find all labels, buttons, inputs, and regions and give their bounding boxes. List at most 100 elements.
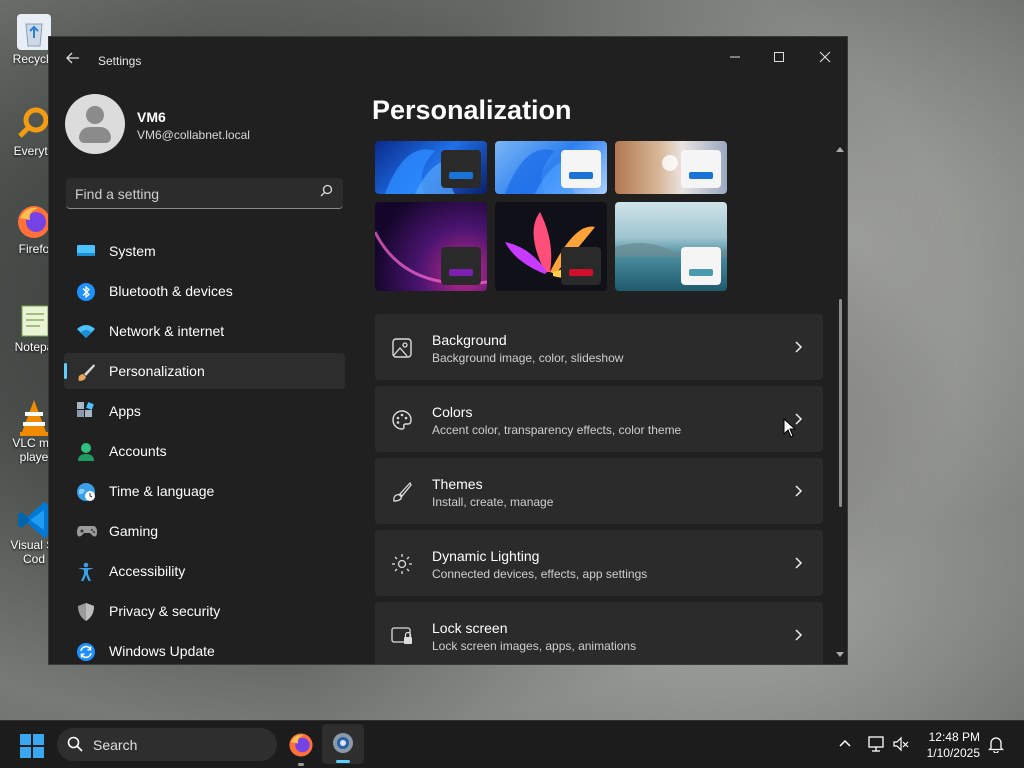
minimize-icon <box>730 56 740 58</box>
theme-glow[interactable] <box>375 202 487 291</box>
card-title: Lock screen <box>432 620 508 636</box>
theme-preview-window <box>561 247 601 285</box>
network-wired-icon <box>868 736 884 752</box>
theme-flowers[interactable] <box>615 141 727 194</box>
taskbar-search-label: Search <box>93 737 138 753</box>
card-title: Dynamic Lighting <box>432 548 540 564</box>
sidebar-item-time-language[interactable]: Time & language <box>64 473 345 509</box>
volume-status[interactable] <box>892 735 910 758</box>
taskbar-search[interactable]: Search <box>57 728 277 761</box>
sidebar-item-system[interactable]: System <box>64 233 345 269</box>
maximize-icon <box>774 52 784 62</box>
sidebar-item-bluetooth[interactable]: Bluetooth & devices <box>64 273 345 309</box>
scrollbar-thumb[interactable] <box>839 299 842 507</box>
bluetooth-icon <box>76 282 96 301</box>
chevron-right-icon <box>793 337 805 357</box>
chevron-right-icon <box>793 553 805 573</box>
avatar-body-icon <box>79 127 111 143</box>
sidebar-item-label: System <box>109 243 156 259</box>
sidebar-item-label: Accounts <box>109 443 167 459</box>
sidebar-item-accounts[interactable]: Accounts <box>64 433 345 469</box>
gaming-icon <box>76 522 97 540</box>
lock-screen-card[interactable]: Lock screen Lock screen images, apps, an… <box>375 602 823 664</box>
apps-icon <box>76 402 96 420</box>
sidebar-item-label: Bluetooth & devices <box>109 283 233 299</box>
accent-bar <box>449 172 473 179</box>
scroll-up-arrow-icon[interactable] <box>835 145 845 155</box>
theme-windows-dark[interactable] <box>375 141 487 194</box>
taskbar-settings[interactable] <box>322 724 364 764</box>
dynamic-lighting-card[interactable]: Dynamic Lighting Connected devices, effe… <box>375 530 823 596</box>
sidebar-item-personalization[interactable]: Personalization <box>64 353 345 389</box>
sidebar-item-apps[interactable]: Apps <box>64 393 345 429</box>
firefox-icon <box>289 733 313 757</box>
system-icon <box>76 242 96 260</box>
everything-search-icon <box>16 106 52 142</box>
user-email: VM6@collabnet.local <box>137 128 250 142</box>
mouse-cursor-icon <box>783 418 797 438</box>
accent-bar <box>569 172 593 179</box>
chevron-right-icon <box>793 625 805 645</box>
accent-bar <box>689 172 713 179</box>
accounts-icon <box>76 442 96 461</box>
theme-captured-motion[interactable] <box>495 202 607 291</box>
running-indicator <box>298 763 304 766</box>
search-icon[interactable] <box>320 184 333 200</box>
themes-card[interactable]: Themes Install, create, manage <box>375 458 823 524</box>
background-card[interactable]: Background Background image, color, slid… <box>375 314 823 380</box>
shield-icon <box>76 602 96 621</box>
network-status[interactable] <box>867 735 885 758</box>
sidebar-item-privacy-security[interactable]: Privacy & security <box>64 593 345 629</box>
sidebar-item-network[interactable]: Network & internet <box>64 313 345 349</box>
window-title: Settings <box>98 54 142 68</box>
accent-bar <box>689 269 713 276</box>
accent-bar <box>569 269 593 276</box>
minimize-button[interactable] <box>712 43 758 73</box>
avatar[interactable] <box>65 94 125 154</box>
card-title: Colors <box>432 404 473 420</box>
sidebar-item-windows-update[interactable]: Windows Update <box>64 633 345 664</box>
find-setting-box[interactable] <box>66 178 343 209</box>
close-button[interactable] <box>802 43 847 73</box>
windows-update-icon <box>76 642 96 661</box>
notifications-button[interactable] <box>987 735 1005 758</box>
search-input[interactable] <box>66 178 317 209</box>
show-hidden-icons-button[interactable] <box>838 737 852 756</box>
active-indicator <box>336 760 350 763</box>
chevron-right-icon <box>793 481 805 501</box>
sidebar-item-accessibility[interactable]: Accessibility <box>64 553 345 589</box>
sidebar-item-label: Network & internet <box>109 323 225 339</box>
scroll-down-arrow-icon[interactable] <box>835 651 845 661</box>
sidebar-item-label: Privacy & security <box>109 603 221 619</box>
card-subtitle: Lock screen images, apps, animations <box>432 639 637 653</box>
chevron-up-icon <box>839 739 851 747</box>
windows-logo-icon <box>20 734 44 758</box>
theme-sunrise[interactable] <box>615 202 727 291</box>
notepad-icon <box>16 302 52 338</box>
accent-bar <box>449 269 473 276</box>
brush-icon <box>76 362 96 381</box>
avatar-head-icon <box>86 106 104 124</box>
theme-preview-window <box>441 247 481 285</box>
colors-card[interactable]: Colors Accent color, transparency effect… <box>375 386 823 452</box>
sidebar-item-label: Gaming <box>109 523 159 539</box>
network-icon <box>76 322 96 340</box>
bell-icon <box>987 737 1005 754</box>
back-button[interactable] <box>63 51 83 71</box>
speaker-muted-icon <box>893 736 909 752</box>
search-icon <box>67 736 83 756</box>
taskbar-firefox[interactable] <box>288 732 314 766</box>
vscode-icon <box>16 500 52 538</box>
settings-window: Settings VM6 VM6@collabnet.local System … <box>48 36 848 665</box>
theme-preview-window <box>681 150 721 188</box>
sidebar-item-label: Windows Update <box>109 643 215 659</box>
card-title: Themes <box>432 476 483 492</box>
start-button[interactable] <box>20 734 44 763</box>
card-title: Background <box>432 332 507 348</box>
maximize-button[interactable] <box>756 43 802 73</box>
clock[interactable]: 12:48 PM 1/10/2025 <box>927 729 980 761</box>
sidebar-item-gaming[interactable]: Gaming <box>64 513 345 549</box>
title-bar[interactable]: Settings <box>49 37 847 85</box>
card-subtitle: Connected devices, effects, app settings <box>432 567 648 581</box>
theme-windows-light[interactable] <box>495 141 607 194</box>
